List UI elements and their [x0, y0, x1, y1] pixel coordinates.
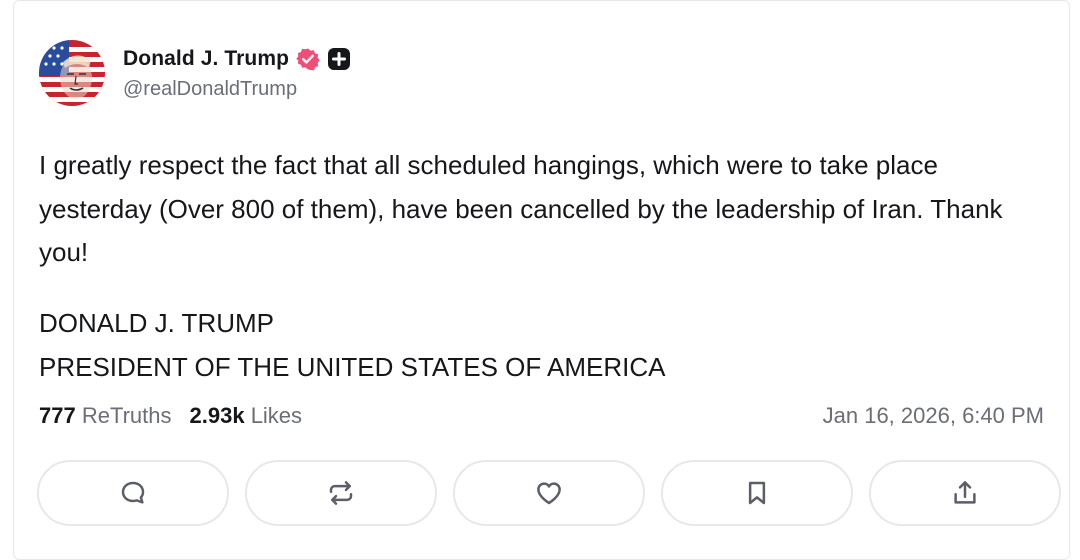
- author-display-name[interactable]: Donald J. Trump: [123, 47, 289, 71]
- retruth-button[interactable]: [245, 460, 437, 526]
- retruths-stat[interactable]: 777 ReTruths: [39, 403, 172, 429]
- post-body: I greatly respect the fact that all sche…: [39, 144, 1049, 275]
- reply-button[interactable]: [37, 460, 229, 526]
- post-timestamp[interactable]: Jan 16, 2026, 6:40 PM: [823, 403, 1044, 429]
- likes-count: 2.93k: [189, 403, 245, 428]
- author-handle[interactable]: @realDonaldTrump: [123, 78, 297, 101]
- plus-badge-icon: [327, 47, 351, 71]
- avatar-flag-portrait-icon: [39, 40, 105, 106]
- share-button[interactable]: [869, 460, 1061, 526]
- post-stats: 777 ReTruths 2.93k Likes: [39, 403, 302, 429]
- action-bar: [37, 460, 1061, 526]
- share-icon: [954, 481, 976, 504]
- heart-icon: [537, 482, 561, 505]
- signature-line-2: PRESIDENT OF THE UNITED STATES OF AMERIC…: [39, 351, 666, 382]
- post-signature: DONALD J. TRUMP PRESIDENT OF THE UNITED …: [39, 302, 666, 389]
- like-button[interactable]: [453, 460, 645, 526]
- repost-icon: [329, 481, 353, 505]
- post-text: I greatly respect the fact that all sche…: [39, 150, 1003, 267]
- author-name-row: Donald J. Trump: [123, 44, 351, 74]
- signature-line-1: DONALD J. TRUMP: [39, 308, 274, 338]
- avatar[interactable]: [39, 40, 105, 106]
- bookmark-icon: [748, 481, 766, 505]
- retruths-count: 777: [39, 403, 76, 428]
- bookmark-button[interactable]: [661, 460, 853, 526]
- verified-badge-icon: [296, 47, 320, 71]
- likes-stat[interactable]: 2.93k Likes: [190, 403, 303, 429]
- retruths-label: ReTruths: [81, 403, 172, 428]
- likes-label: Likes: [250, 403, 303, 428]
- comment-icon: [121, 481, 145, 504]
